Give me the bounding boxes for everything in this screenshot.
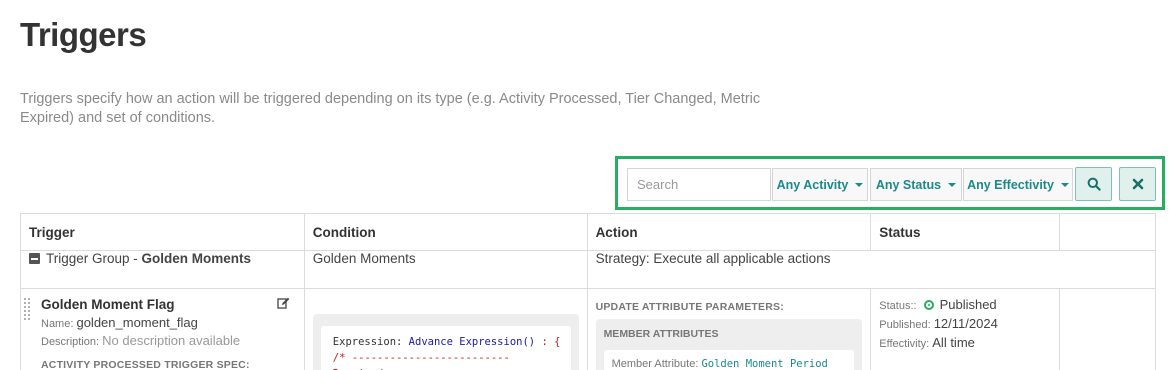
caret-down-icon <box>855 182 864 187</box>
caret-down-icon <box>948 182 957 187</box>
trigger-group-cell: Trigger Group - Golden Moments <box>20 250 305 289</box>
table-header-row: Trigger Condition Action Status <box>20 213 1156 251</box>
column-header-trigger[interactable]: Trigger <box>20 213 305 251</box>
expression-label: Expression: <box>332 336 403 348</box>
search-button[interactable] <box>1075 167 1112 201</box>
effectivity-filter-label: Any Effectivity <box>967 177 1054 192</box>
trigger-group-row: Trigger Group - Golden Moments Golden Mo… <box>20 250 1157 289</box>
caret-down-icon <box>1060 182 1069 187</box>
expression-code: Expression: Advance Expression() : { /* … <box>320 326 571 370</box>
status-field: Status:: Published <box>879 297 1051 312</box>
status-label: Status:: <box>879 300 917 312</box>
status-filter-label: Any Status <box>875 177 942 192</box>
name-label: Name: <box>41 318 74 330</box>
published-label: Published: <box>879 319 931 331</box>
effectivity-label: Effectivity: <box>879 338 930 350</box>
condition-cell: Expression: Advance Expression() : { /* … <box>303 288 588 370</box>
search-icon <box>1087 177 1101 191</box>
trigger-cell: Golden Moment Flag Name: golden_moment_f… <box>20 288 305 370</box>
trigger-description-field: Description: No description available <box>41 333 296 348</box>
published-field: Published: 12/11/2024 <box>879 316 1051 331</box>
triggers-table: Trigger Condition Action Status Trigger … <box>20 213 1157 370</box>
status-value: Published <box>939 297 997 312</box>
page-description: Triggers specify how an action will be t… <box>20 91 761 126</box>
effectivity-field: Effectivity: All time <box>879 335 1051 350</box>
row-actions-cell <box>1059 288 1156 370</box>
close-icon <box>1132 178 1143 190</box>
member-attribute-item: Member Attribute: Golden Moment Period <box>603 350 855 370</box>
expression-box: Expression: Advance Expression() : { /* … <box>312 314 579 370</box>
effectivity-value: All time <box>932 335 975 350</box>
published-value: 12/11/2024 <box>933 316 998 331</box>
expression-function: Advance Expression() <box>408 336 536 348</box>
published-status-icon <box>923 300 934 310</box>
description-label: Description: <box>41 336 100 348</box>
search-input[interactable] <box>627 168 771 201</box>
trigger-group-name: Golden Moments <box>141 251 252 266</box>
column-header-actions <box>1059 213 1156 251</box>
effectivity-filter-dropdown[interactable]: Any Effectivity <box>963 168 1073 201</box>
expression-suffix: : { <box>541 336 561 348</box>
activity-filter-label: Any Activity <box>776 177 849 192</box>
action-cell: UPDATE ATTRIBUTE PARAMETERS: MEMBER ATTR… <box>586 288 872 370</box>
filter-toolbar: Any Activity Any Status Any Effectivity <box>615 156 1165 210</box>
table-row: Golden Moment Flag Name: golden_moment_f… <box>20 288 1156 370</box>
member-attribute-value: Golden Moment Period <box>701 358 828 370</box>
page-title: Triggers <box>20 16 147 53</box>
collapse-icon[interactable] <box>29 253 40 264</box>
status-filter-dropdown[interactable]: Any Status <box>870 168 962 201</box>
trigger-group-condition: Golden Moments <box>303 250 588 289</box>
trigger-name-field: Name: golden_moment_flag <box>41 315 296 330</box>
trigger-group-action: Strategy: Execute all applicable actions <box>586 250 1157 289</box>
edit-icon[interactable] <box>277 297 290 312</box>
member-attributes-title: MEMBER ATTRIBUTES <box>603 328 719 340</box>
clear-filters-button[interactable] <box>1119 167 1156 201</box>
trigger-title[interactable]: Golden Moment Flag <box>41 297 296 312</box>
action-section-label: UPDATE ATTRIBUTE PARAMETERS: <box>595 301 784 313</box>
expression-comment: /* ------------------------- Required <box>332 352 510 370</box>
name-value: golden_moment_flag <box>76 315 198 330</box>
description-value: No description available <box>102 333 241 348</box>
column-header-condition[interactable]: Condition <box>303 213 588 251</box>
activity-filter-dropdown[interactable]: Any Activity <box>772 168 868 201</box>
column-header-action[interactable]: Action <box>586 213 872 251</box>
trigger-spec-label: ACTIVITY PROCESSED TRIGGER SPEC: <box>41 359 250 369</box>
trigger-group-prefix: Trigger Group - <box>46 251 142 266</box>
drag-handle-icon[interactable] <box>23 297 30 321</box>
status-cell: Status:: Published Published: 12/11/2024 … <box>870 288 1061 370</box>
column-header-status[interactable]: Status <box>870 213 1061 251</box>
member-attributes-box: MEMBER ATTRIBUTES Member Attribute: Gold… <box>595 319 863 370</box>
member-attribute-label: Member Attribute: <box>611 358 699 370</box>
